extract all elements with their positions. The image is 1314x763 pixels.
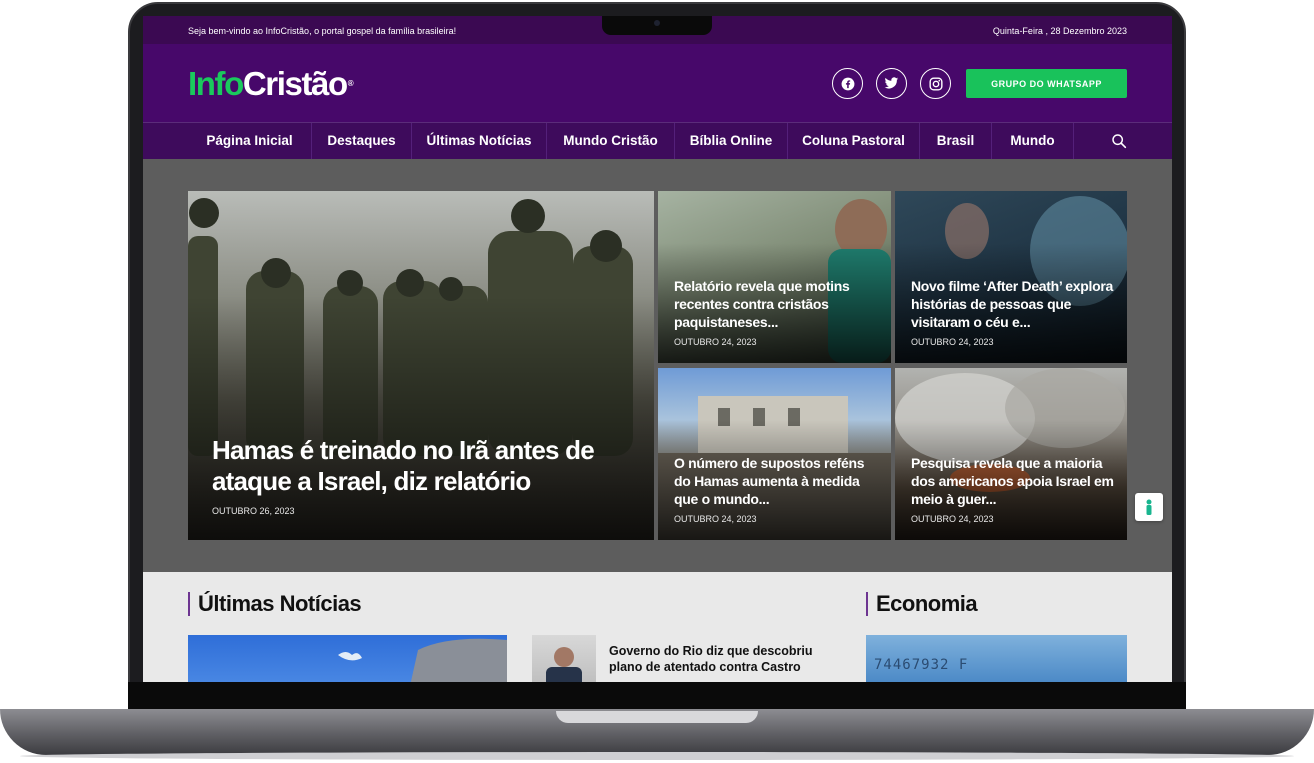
economy-news-image[interactable]: 74467932 F — [866, 635, 1127, 682]
nav-item-pagina-inicial[interactable]: Página Inicial — [188, 123, 312, 159]
latest-news-heading: Últimas Notícias — [188, 592, 362, 616]
hero-card-1[interactable]: Relatório revela que motins recentes con… — [658, 191, 891, 363]
economy-heading: Economia — [866, 592, 978, 616]
search-icon[interactable] — [1111, 133, 1127, 154]
politician-photo — [546, 647, 582, 682]
welcome-text: Seja bem-vindo ao InfoCristão, o portal … — [188, 26, 457, 36]
hero-card-2-date: OUTUBRO 24, 2023 — [911, 337, 994, 347]
laptop-shadow — [20, 752, 1294, 760]
hero-card-4-title[interactable]: Pesquisa revela que a maioria dos americ… — [911, 454, 1116, 508]
latest-news-thumb-small[interactable] — [532, 635, 596, 682]
browser-viewport: Seja bem-vindo ao InfoCristão, o portal … — [143, 16, 1172, 682]
hero-main-card[interactable]: Hamas é treinado no Irã antes de ataque … — [188, 191, 654, 540]
building-photo — [338, 638, 507, 682]
nav-item-mundo[interactable]: Mundo — [992, 123, 1074, 159]
nav-item-biblia-online[interactable]: Bíblia Online — [675, 123, 788, 159]
nav-item-coluna-pastoral[interactable]: Coluna Pastoral — [788, 123, 920, 159]
hero-card-2[interactable]: Novo filme ‘After Death’ explora históri… — [895, 191, 1127, 363]
laptop-mockup: Seja bem-vindo ao InfoCristão, o portal … — [0, 0, 1314, 763]
hero-card-4[interactable]: Pesquisa revela que a maioria dos americ… — [895, 368, 1127, 540]
hero-card-1-date: OUTUBRO 24, 2023 — [674, 337, 757, 347]
site-header: InfoCristão® GRUPO DO WHATSAPP — [143, 44, 1172, 122]
logo-cristao-text: Cristão — [242, 65, 348, 102]
latest-section: Últimas Notícias Economia Governo do Rio… — [143, 572, 1172, 682]
instagram-icon[interactable] — [920, 68, 951, 99]
hero-section: Hamas é treinado no Irã antes de ataque … — [143, 159, 1172, 572]
laptop-bottom-bezel — [128, 682, 1186, 712]
banknote-text: 74467932 F — [874, 657, 969, 673]
site-logo[interactable]: InfoCristão® — [188, 65, 354, 102]
hero-card-3-date: OUTUBRO 24, 2023 — [674, 514, 757, 524]
hero-main-date: OUTUBRO 26, 2023 — [212, 506, 295, 516]
latest-news-image[interactable] — [188, 635, 507, 682]
accessibility-icon[interactable] — [1135, 493, 1163, 521]
whatsapp-group-button[interactable]: GRUPO DO WHATSAPP — [966, 69, 1127, 98]
nav-item-mundo-cristao[interactable]: Mundo Cristão — [547, 123, 675, 159]
hero-card-2-title[interactable]: Novo filme ‘After Death’ explora históri… — [911, 277, 1116, 331]
twitter-icon[interactable] — [876, 68, 907, 99]
hero-card-3-title[interactable]: O número de supostos reféns do Hamas aum… — [674, 454, 879, 508]
nav-item-ultimas-noticias[interactable]: Últimas Notícias — [412, 123, 547, 159]
nav-item-destaques[interactable]: Destaques — [312, 123, 412, 159]
logo-registered-mark: ® — [347, 79, 354, 88]
hero-main-shade — [188, 295, 654, 540]
hero-card-1-title[interactable]: Relatório revela que motins recentes con… — [674, 277, 879, 331]
facebook-icon[interactable] — [832, 68, 863, 99]
nav-item-brasil[interactable]: Brasil — [920, 123, 992, 159]
laptop-base-notch — [556, 711, 758, 723]
main-nav: Página Inicial Destaques Últimas Notícia… — [143, 122, 1172, 159]
hero-card-4-date: OUTUBRO 24, 2023 — [911, 514, 994, 524]
hero-card-3[interactable]: O número de supostos reféns do Hamas aum… — [658, 368, 891, 540]
logo-info-text: Info — [188, 65, 244, 102]
current-date: Quinta-Feira , 28 Dezembro 2023 — [992, 26, 1127, 36]
latest-news-title[interactable]: Governo do Rio diz que descobriu plano d… — [609, 643, 824, 675]
hero-main-title[interactable]: Hamas é treinado no Irã antes de ataque … — [212, 435, 632, 497]
camera-notch — [602, 16, 712, 35]
